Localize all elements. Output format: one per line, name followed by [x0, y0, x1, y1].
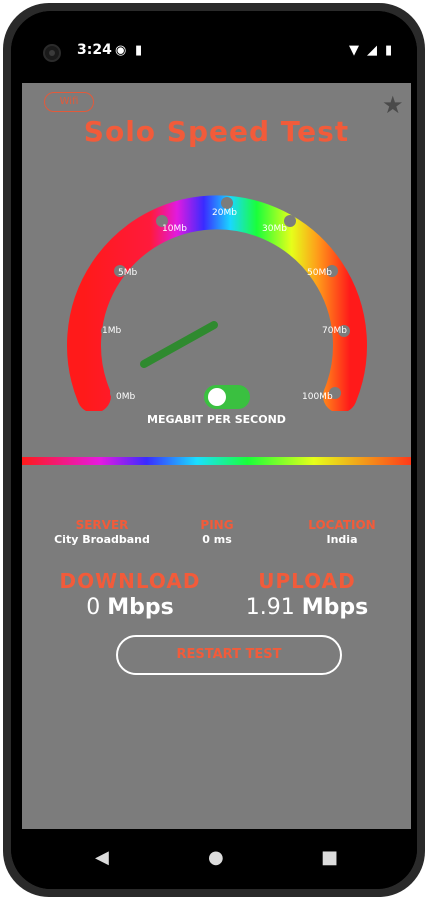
download-value: 0 Mbps: [30, 595, 230, 620]
camera-icon: [43, 44, 61, 62]
status-bar: 3:24 ◉ ▮ ▼ ◢ ▮: [11, 11, 417, 83]
sim-icon: ▮: [135, 43, 143, 58]
wifi-chip[interactable]: Wifi: [44, 92, 94, 112]
location-label: LOCATION: [308, 518, 376, 532]
ping-value: 0 ms: [202, 533, 232, 546]
app-screen: Wifi ★ Solo Speed Test 0Mb 1Mb 5Mb 10Mb …: [22, 83, 411, 833]
signal-icon: ◢: [367, 43, 377, 58]
download-number: 0: [86, 595, 101, 620]
gauge-arc: [67, 195, 367, 411]
upload-number: 1.91: [245, 595, 295, 620]
upload-unit: Mbps: [301, 595, 369, 620]
tick-label: 1Mb: [102, 326, 121, 336]
gauge-needle: [140, 321, 218, 368]
upload-label: UPLOAD: [258, 569, 356, 593]
recents-icon[interactable]: ■: [321, 847, 338, 868]
gauge-toggle[interactable]: [204, 385, 250, 409]
navigation-bar: ◀ ● ■: [11, 829, 417, 889]
sound-wave: [22, 431, 411, 495]
app-title: Solo Speed Test: [83, 115, 350, 148]
back-icon[interactable]: ◀: [95, 847, 109, 868]
notification-icon: ◉: [115, 43, 127, 58]
tick-label: 10Mb: [162, 224, 187, 234]
speed-gauge: 0Mb 1Mb 5Mb 10Mb 20Mb 30Mb 50Mb 70Mb 100…: [67, 195, 367, 411]
tick-label: 50Mb: [307, 268, 332, 278]
tick-label: 30Mb: [262, 224, 287, 234]
toggle-knob[interactable]: [208, 388, 226, 406]
ping-label: PING: [200, 518, 234, 532]
tick-label: 0Mb: [116, 392, 135, 402]
status-time: 3:24: [77, 42, 112, 58]
tick-label: 5Mb: [118, 268, 137, 278]
tick-label: 70Mb: [322, 326, 347, 336]
tick-label: 20Mb: [212, 208, 237, 218]
tick-label: 100Mb: [302, 392, 333, 402]
restart-test-button[interactable]: RESTART TEST: [116, 635, 342, 675]
upload-value: 1.91 Mbps: [207, 595, 407, 620]
download-unit: Mbps: [107, 595, 174, 620]
location-value: India: [326, 533, 358, 546]
wifi-status-icon: ▼: [349, 43, 359, 58]
phone-screen: 3:24 ◉ ▮ ▼ ◢ ▮ Wifi ★ Solo Speed Test 0M…: [11, 11, 417, 889]
download-label: DOWNLOAD: [59, 569, 201, 593]
home-icon[interactable]: ●: [208, 847, 224, 868]
battery-icon: ▮: [385, 43, 393, 58]
phone-frame: 3:24 ◉ ▮ ▼ ◢ ▮ Wifi ★ Solo Speed Test 0M…: [3, 3, 425, 897]
